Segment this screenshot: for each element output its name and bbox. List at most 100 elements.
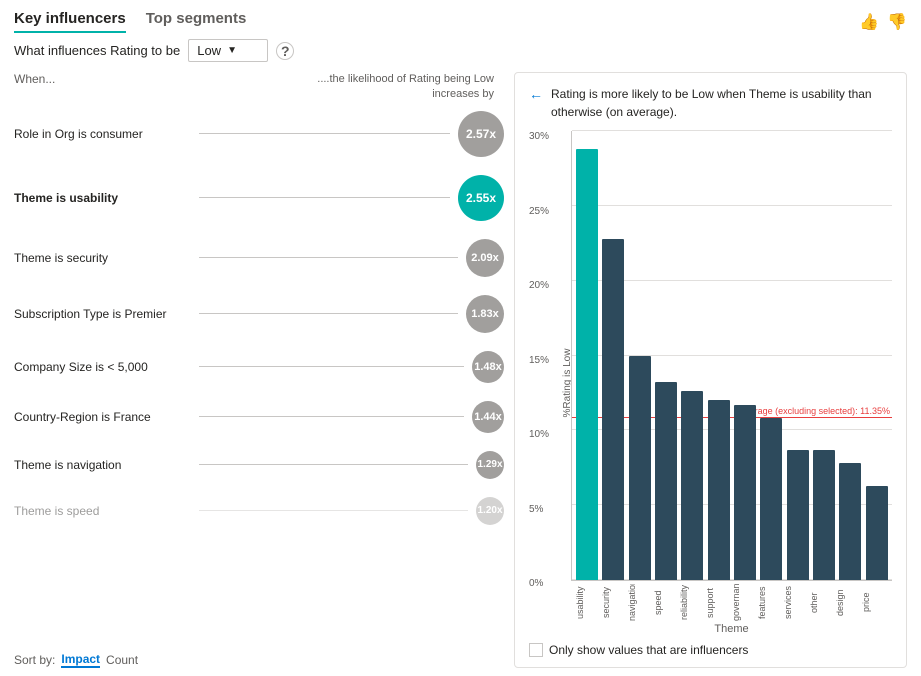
x-label-support: support bbox=[705, 584, 727, 621]
row-line bbox=[199, 510, 468, 511]
row-line-container bbox=[199, 416, 464, 418]
back-arrow-icon[interactable]: ← bbox=[529, 86, 543, 102]
bar-wrapper bbox=[734, 131, 756, 580]
thumbs-up-icon[interactable]: 👍 bbox=[859, 12, 879, 32]
content-area: When... ....the likelihood of Rating bei… bbox=[14, 72, 907, 668]
bar-services[interactable] bbox=[787, 450, 809, 580]
influencer-row[interactable]: Company Size is < 5,000 1.48x bbox=[14, 351, 504, 383]
bar-speed[interactable] bbox=[655, 382, 677, 580]
row-label: Country-Region is France bbox=[14, 410, 199, 424]
row-line-container bbox=[199, 464, 468, 466]
bar-wrapper bbox=[629, 131, 651, 580]
bubble: 2.09x bbox=[466, 239, 504, 277]
x-label-navigation: navigation bbox=[627, 584, 649, 621]
x-axis-labels: usabilitysecuritynavigationspeedreliabil… bbox=[571, 581, 892, 621]
thumbs-down-icon[interactable]: 👎 bbox=[887, 12, 907, 32]
filter-dropdown[interactable]: Low ▼ bbox=[188, 39, 268, 62]
help-icon[interactable]: ? bbox=[276, 42, 294, 60]
tab-key-influencers[interactable]: Key influencers bbox=[14, 10, 126, 33]
influencer-row[interactable]: Role in Org is consumer 2.57x bbox=[14, 111, 504, 157]
x-label-security: security bbox=[601, 584, 623, 621]
bubble-active: 2.55x bbox=[458, 175, 504, 221]
bar-wrapper bbox=[681, 131, 703, 580]
row-line-container bbox=[199, 366, 464, 368]
chart-body: %Rating is Low Average (excluding select… bbox=[571, 131, 892, 635]
row-label: Theme is navigation bbox=[14, 458, 199, 472]
sort-count-button[interactable]: Count bbox=[106, 653, 138, 667]
right-panel-title: Rating is more likely to be Low when The… bbox=[551, 85, 881, 121]
x-label-speed: speed bbox=[653, 584, 675, 621]
right-panel-header: ← Rating is more likely to be Low when T… bbox=[529, 85, 892, 121]
bar-support[interactable] bbox=[708, 400, 730, 580]
y-label-30: 30% bbox=[529, 131, 565, 142]
bar-other[interactable] bbox=[813, 450, 835, 580]
x-label-reliability: reliability bbox=[679, 584, 701, 621]
bubble: 1.20x bbox=[476, 497, 504, 525]
bar-design[interactable] bbox=[839, 463, 861, 580]
influencer-row[interactable]: Theme is security 2.09x bbox=[14, 239, 504, 277]
influencer-row[interactable]: Theme is navigation 1.29x bbox=[14, 451, 504, 479]
row-label: Role in Org is consumer bbox=[14, 127, 199, 141]
likelihood-label: ....the likelihood of Rating being Low i… bbox=[314, 72, 494, 103]
filter-value: Low bbox=[197, 43, 221, 58]
row-line bbox=[199, 416, 464, 417]
right-panel: ← Rating is more likely to be Low when T… bbox=[514, 72, 907, 668]
bar-security[interactable] bbox=[602, 239, 624, 580]
y-label-20: 20% bbox=[529, 280, 565, 291]
y-label-0: 0% bbox=[529, 578, 565, 589]
row-line bbox=[199, 464, 468, 465]
bubble: 1.48x bbox=[472, 351, 504, 383]
bubble: 1.29x bbox=[476, 451, 504, 479]
chart-area: 30% 25% 20% 15% 10% 5% 0% %Rating is Low bbox=[529, 131, 892, 635]
tab-top-segments[interactable]: Top segments bbox=[146, 10, 247, 33]
bars-container: Average (excluding selected): 11.35% bbox=[571, 131, 892, 581]
x-axis-title: Theme bbox=[571, 623, 892, 635]
checkbox-label: Only show values that are influencers bbox=[549, 643, 748, 657]
x-label-price: price bbox=[861, 584, 883, 621]
bar-features[interactable] bbox=[760, 418, 782, 580]
checkbox-row: Only show values that are influencers bbox=[529, 643, 892, 657]
row-line bbox=[199, 197, 450, 198]
row-line bbox=[199, 133, 450, 134]
x-label-design: design bbox=[835, 584, 857, 621]
row-line bbox=[199, 366, 464, 367]
row-line bbox=[199, 257, 458, 258]
tabs-row: Key influencers Top segments 👍 👎 bbox=[14, 10, 907, 33]
influencer-row[interactable]: Subscription Type is Premier 1.83x bbox=[14, 295, 504, 333]
bar-reliability[interactable] bbox=[681, 391, 703, 580]
bar-wrapper bbox=[839, 131, 861, 580]
x-label-features: features bbox=[757, 584, 779, 621]
bar-wrapper bbox=[866, 131, 888, 580]
x-label-usability: usability bbox=[575, 584, 597, 621]
row-line-container bbox=[199, 510, 468, 512]
tabs-left: Key influencers Top segments bbox=[14, 10, 246, 33]
row-label: Company Size is < 5,000 bbox=[14, 360, 199, 374]
row-label: Theme is usability bbox=[14, 191, 199, 205]
chevron-down-icon: ▼ bbox=[227, 45, 237, 56]
influencers-checkbox[interactable] bbox=[529, 643, 543, 657]
when-label: When... bbox=[14, 72, 55, 86]
influencer-list: Role in Org is consumer 2.57x Theme is u… bbox=[14, 111, 504, 648]
row-line-container bbox=[199, 197, 450, 199]
influencer-row[interactable]: Country-Region is France 1.44x bbox=[14, 401, 504, 433]
bar-usability[interactable] bbox=[576, 149, 598, 580]
bar-wrapper bbox=[760, 131, 782, 580]
row-line-container bbox=[199, 133, 450, 135]
bar-wrapper bbox=[708, 131, 730, 580]
bar-navigation[interactable] bbox=[629, 356, 651, 581]
y-label-5: 5% bbox=[529, 504, 565, 515]
influencer-row-faded[interactable]: Theme is speed 1.20x bbox=[14, 497, 504, 525]
influencer-row-active[interactable]: Theme is usability 2.55x bbox=[14, 175, 504, 221]
bar-governance[interactable] bbox=[734, 405, 756, 580]
bubble: 2.57x bbox=[458, 111, 504, 157]
bar-price[interactable] bbox=[866, 486, 888, 580]
row-line bbox=[199, 313, 458, 314]
filter-question-label: What influences Rating to be bbox=[14, 43, 180, 58]
sort-by-label: Sort by: bbox=[14, 653, 55, 667]
sort-impact-button[interactable]: Impact bbox=[61, 652, 100, 668]
filter-row: What influences Rating to be Low ▼ ? bbox=[14, 39, 907, 62]
x-label-services: services bbox=[783, 584, 805, 621]
bubble: 1.83x bbox=[466, 295, 504, 333]
bubble: 1.44x bbox=[472, 401, 504, 433]
sort-row: Sort by: Impact Count bbox=[14, 652, 504, 668]
